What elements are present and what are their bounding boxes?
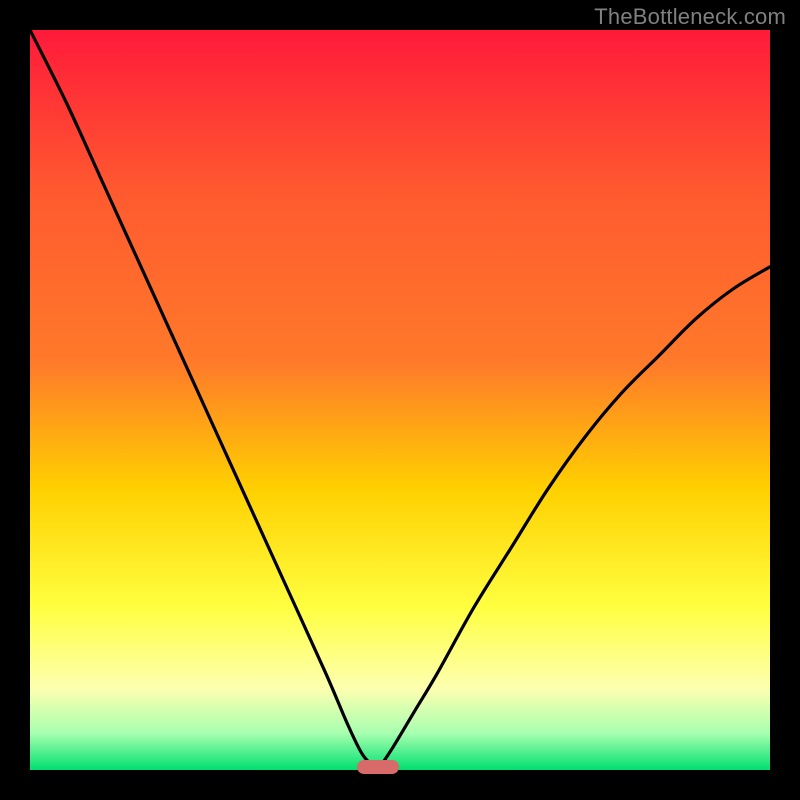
plot-area [30,30,770,770]
chart-frame: TheBottleneck.com [0,0,800,800]
gradient-background [30,30,770,770]
watermark-text: TheBottleneck.com [594,4,786,30]
chart-svg [30,30,770,770]
optimal-marker [357,760,399,774]
